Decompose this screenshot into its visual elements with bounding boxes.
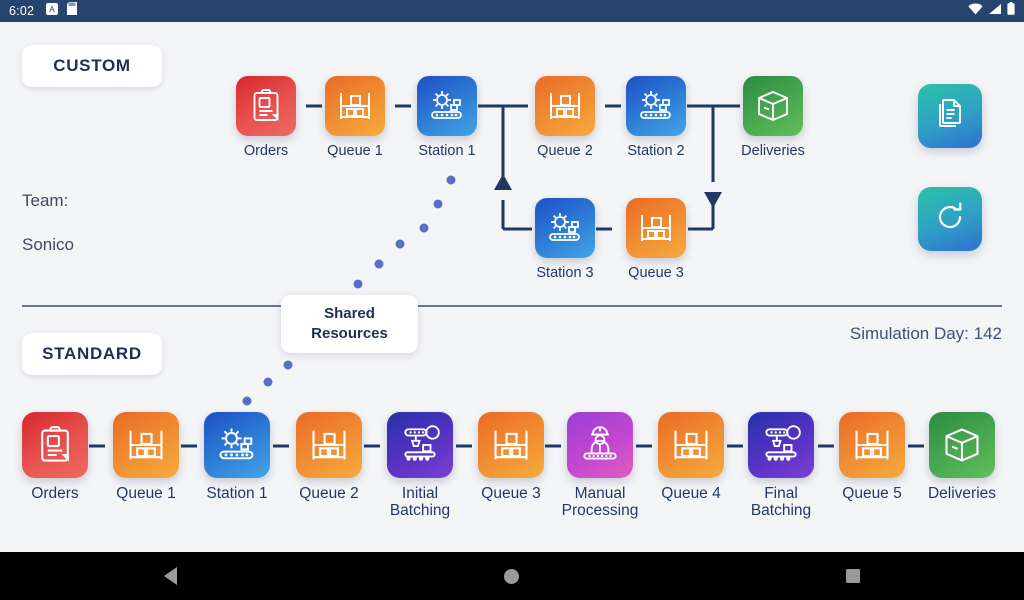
standard-node-station-1[interactable]: Station 1	[202, 412, 272, 502]
documents-icon	[932, 96, 968, 137]
panel-divider	[22, 305, 1002, 307]
status-bar-clock: 6:02	[9, 4, 35, 18]
node-label: Orders	[243, 143, 289, 159]
box-icon	[743, 76, 803, 136]
merge-arrow-up	[494, 174, 512, 190]
custom-node-queue-1[interactable]: Queue 1	[320, 76, 390, 160]
simulation-canvas: CUSTOM STANDARD Team: Sonico Simulation …	[0, 22, 1024, 552]
rack-icon	[535, 76, 595, 136]
panel-label-standard[interactable]: STANDARD	[22, 333, 162, 375]
gear-conveyor-icon	[535, 198, 595, 258]
rack-icon	[478, 412, 544, 478]
rack-icon	[658, 412, 724, 478]
custom-node-orders[interactable]: Orders	[231, 76, 301, 160]
gear-conveyor-icon	[626, 76, 686, 136]
sd-card-icon	[67, 2, 78, 20]
node-label: Deliveries	[927, 485, 997, 502]
rack-icon	[113, 412, 179, 478]
rack-icon	[296, 412, 362, 478]
robot-arm-icon	[387, 412, 453, 478]
rack-icon	[325, 76, 385, 136]
node-label: Queue 2	[537, 143, 593, 159]
standard-node-queue-3[interactable]: Queue 3	[476, 412, 546, 502]
worker-icon	[567, 412, 633, 478]
node-label: Queue 4	[661, 485, 721, 502]
shared-resources-line2: Resources	[311, 325, 388, 342]
custom-node-queue-2[interactable]: Queue 2	[530, 76, 600, 160]
custom-node-station-3[interactable]: Station 3	[530, 198, 600, 282]
node-label: Station 1	[418, 143, 476, 159]
battery-icon	[1007, 2, 1015, 20]
standard-node-final-batching[interactable]: Final Batching	[746, 412, 816, 519]
node-label: Station 2	[627, 143, 685, 159]
custom-node-queue-3[interactable]: Queue 3	[621, 198, 691, 282]
status-bar-right-icons	[968, 2, 1015, 20]
node-label: Queue 5	[842, 485, 902, 502]
gear-conveyor-icon	[204, 412, 270, 478]
reports-button[interactable]	[918, 84, 982, 148]
panel-label-custom[interactable]: CUSTOM	[22, 45, 162, 87]
custom-node-station-1[interactable]: Station 1	[412, 76, 482, 160]
split-arrow-down	[704, 192, 722, 208]
node-label: Station 3	[536, 265, 594, 281]
node-label: Queue 1	[327, 143, 383, 159]
node-label: Queue 2	[299, 485, 359, 502]
rack-icon	[839, 412, 905, 478]
node-label: Final Batching	[750, 485, 812, 519]
custom-node-station-2[interactable]: Station 2	[621, 76, 691, 160]
box-icon	[929, 412, 995, 478]
standard-node-queue-4[interactable]: Queue 4	[656, 412, 726, 502]
back-icon	[164, 567, 178, 585]
recents-icon	[846, 569, 861, 583]
node-label: Queue 3	[628, 265, 684, 281]
node-label: Manual Processing	[561, 485, 639, 519]
team-label: Team:	[22, 191, 69, 210]
app-root: 6:02 A CUSTOM STANDARD Team: Sonico Simu…	[0, 0, 1024, 600]
standard-node-manual-processing[interactable]: Manual Processing	[562, 412, 638, 519]
standard-node-deliveries[interactable]: Deliveries	[927, 412, 997, 502]
custom-node-deliveries[interactable]: Deliveries	[738, 76, 808, 160]
standard-node-orders[interactable]: Orders	[20, 412, 90, 502]
standard-node-initial-batching[interactable]: Initial Batching	[385, 412, 455, 519]
nav-recents-button[interactable]	[683, 552, 1024, 600]
gear-conveyor-icon	[417, 76, 477, 136]
node-label: Orders	[31, 485, 79, 502]
standard-node-queue-2[interactable]: Queue 2	[294, 412, 364, 502]
node-label: Station 1	[206, 485, 268, 502]
home-icon	[504, 568, 520, 584]
clipboard-icon	[236, 76, 296, 136]
reset-button[interactable]	[918, 187, 982, 251]
node-label: Initial Batching	[389, 485, 451, 519]
node-label: Queue 3	[481, 485, 541, 502]
android-nav-bar	[0, 552, 1024, 600]
svg-text:A: A	[49, 5, 55, 14]
robot-arm-icon	[748, 412, 814, 478]
wifi-icon	[968, 2, 983, 20]
standard-node-queue-5[interactable]: Queue 5	[837, 412, 907, 502]
team-name: Sonico	[22, 235, 74, 254]
clipboard-icon	[22, 412, 88, 478]
signal-icon	[988, 2, 1002, 20]
standard-node-queue-1[interactable]: Queue 1	[111, 412, 181, 502]
shared-resources-line1: Shared	[324, 305, 375, 322]
app-notification-icon: A	[46, 2, 59, 20]
node-label: Queue 1	[116, 485, 176, 502]
shared-resources-card: Shared Resources	[281, 295, 418, 353]
refresh-icon	[932, 199, 968, 240]
nav-home-button[interactable]	[341, 552, 682, 600]
status-bar: 6:02 A	[0, 0, 1024, 22]
node-label: Deliveries	[741, 143, 805, 159]
rack-icon	[626, 198, 686, 258]
nav-back-button[interactable]	[0, 552, 341, 600]
simulation-day: Simulation Day: 142	[849, 324, 1002, 343]
